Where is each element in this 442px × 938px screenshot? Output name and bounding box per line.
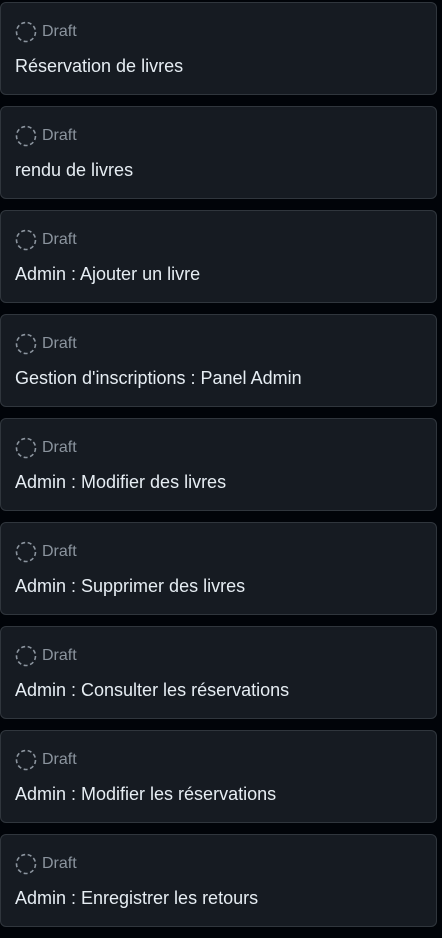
card-title[interactable]: Gestion d'inscriptions : Panel Admin <box>15 366 302 390</box>
card-title[interactable]: rendu de livres <box>15 158 133 182</box>
card-status: Draft <box>15 229 77 251</box>
draft-issue-card[interactable]: Draft rendu de livres <box>0 106 437 199</box>
card-status: Draft <box>15 541 77 563</box>
draft-issue-card[interactable]: Draft Admin : Consulter les réservations <box>0 626 437 719</box>
card-title[interactable]: Admin : Modifier des livres <box>15 470 226 494</box>
status-label: Draft <box>42 127 77 144</box>
status-label: Draft <box>42 23 77 40</box>
card-status: Draft <box>15 645 77 667</box>
status-label: Draft <box>42 751 77 768</box>
status-label: Draft <box>42 543 77 560</box>
card-status: Draft <box>15 21 77 43</box>
draft-circle-icon <box>15 333 37 355</box>
draft-issue-card[interactable]: Draft Admin : Enregistrer les retours <box>0 834 437 927</box>
card-title[interactable]: Admin : Ajouter un livre <box>15 262 200 286</box>
draft-issue-card[interactable]: Draft Admin : Modifier des livres <box>0 418 437 511</box>
draft-circle-icon <box>15 853 37 875</box>
draft-circle-icon <box>15 437 37 459</box>
draft-circle-icon <box>15 21 37 43</box>
draft-issue-card[interactable]: Draft Réservation de livres <box>0 2 437 95</box>
draft-circle-icon <box>15 645 37 667</box>
status-label: Draft <box>42 335 77 352</box>
card-status: Draft <box>15 749 77 771</box>
draft-circle-icon <box>15 749 37 771</box>
status-label: Draft <box>42 231 77 248</box>
card-status: Draft <box>15 333 77 355</box>
project-board-column: Draft Réservation de livres Draft rendu … <box>0 2 437 938</box>
card-status: Draft <box>15 437 77 459</box>
card-title[interactable]: Admin : Consulter les réservations <box>15 678 289 702</box>
status-label: Draft <box>42 855 77 872</box>
draft-circle-icon <box>15 541 37 563</box>
card-title[interactable]: Admin : Modifier les réservations <box>15 782 276 806</box>
status-label: Draft <box>42 439 77 456</box>
draft-issue-card[interactable]: Draft Gestion d'inscriptions : Panel Adm… <box>0 314 437 407</box>
card-title[interactable]: Réservation de livres <box>15 54 183 78</box>
card-title[interactable]: Admin : Enregistrer les retours <box>15 886 258 910</box>
draft-issue-card[interactable]: Draft Admin : Modifier les réservations <box>0 730 437 823</box>
card-title[interactable]: Admin : Supprimer des livres <box>15 574 245 598</box>
card-status: Draft <box>15 125 77 147</box>
card-status: Draft <box>15 853 77 875</box>
draft-circle-icon <box>15 229 37 251</box>
status-label: Draft <box>42 647 77 664</box>
draft-issue-card[interactable]: Draft Admin : Supprimer des livres <box>0 522 437 615</box>
draft-issue-card[interactable]: Draft Admin : Ajouter un livre <box>0 210 437 303</box>
draft-circle-icon <box>15 125 37 147</box>
